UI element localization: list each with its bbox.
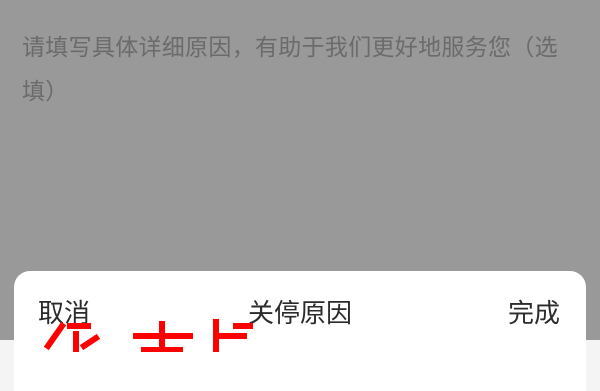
done-button[interactable]: 完成 xyxy=(508,297,560,331)
picker-title: 关停原因 xyxy=(247,299,352,329)
reason-picker-sheet: 取消 关停原因 完成 xyxy=(14,271,586,391)
picker-header: 取消 关停原因 完成 xyxy=(14,271,586,361)
